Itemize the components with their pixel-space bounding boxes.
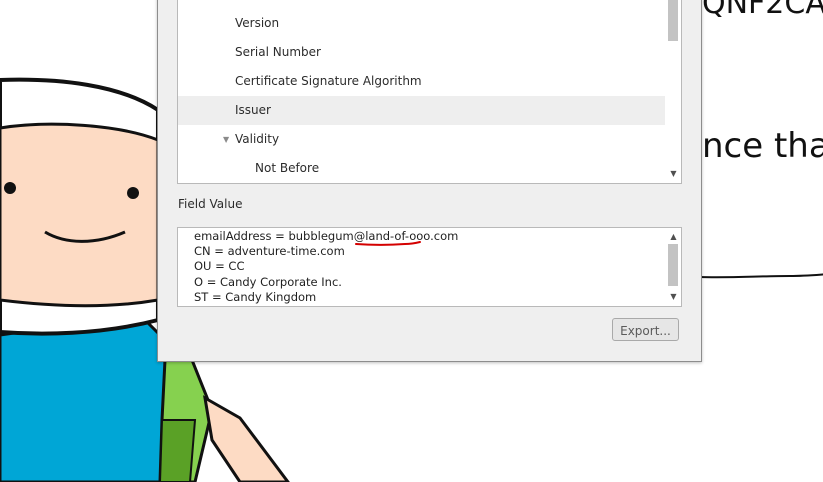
tree-item-label: Serial Number — [235, 45, 321, 59]
field-value-label: Field Value — [178, 197, 243, 211]
tree-item-signature-algorithm[interactable]: Certificate Signature Algorithm — [178, 67, 665, 96]
tree-item-validity[interactable]: ▼ Validity — [178, 125, 665, 154]
certificate-fields-tree[interactable]: Version Serial Number Certificate Signat… — [177, 0, 682, 184]
field-value-line: ST = Candy Kingdom — [194, 289, 317, 304]
red-handwritten-underline — [355, 241, 421, 246]
tree-item-not-before[interactable]: Not Before — [178, 154, 665, 183]
tree-item-label: Certificate Signature Algorithm — [235, 74, 422, 88]
tree-item-label: Version — [235, 16, 280, 30]
scroll-up-arrow-icon[interactable]: ▲ — [666, 232, 681, 242]
field-value-line: OU = CC — [194, 259, 245, 274]
slide-hand-drawn-line — [700, 273, 823, 279]
field-value-text-area[interactable]: emailAddress = bubblegum@land-of-ooo.com… — [177, 227, 682, 307]
field-value-line: O = Candy Corporate Inc. — [194, 274, 342, 289]
certificate-viewer-dialog: Version Serial Number Certificate Signat… — [157, 0, 702, 362]
scroll-down-arrow-icon[interactable]: ▼ — [666, 169, 681, 179]
tree-item-label: Not Before — [255, 161, 320, 175]
tree-item-issuer[interactable]: Issuer — [178, 96, 665, 125]
tree-item-version[interactable]: Version — [178, 9, 665, 38]
tree-item-serial-number[interactable]: Serial Number — [178, 38, 665, 67]
export-button[interactable]: Export... — [612, 318, 679, 341]
tree-item-label: Issuer — [235, 103, 271, 117]
slide-body-text: nce that — [702, 126, 823, 166]
scroll-down-arrow-icon[interactable]: ▼ — [666, 292, 681, 302]
tree-scrollbar-thumb[interactable] — [668, 0, 678, 41]
field-value-scrollbar[interactable]: ▲ ▼ — [666, 228, 681, 306]
triangle-down-icon[interactable]: ▼ — [223, 125, 229, 154]
tree-scrollbar[interactable]: ▼ — [666, 0, 681, 183]
slide-top-text: QNF2CA — [702, 0, 823, 21]
field-value-scrollbar-thumb[interactable] — [668, 244, 678, 286]
tree-item-label: Validity — [235, 132, 280, 146]
